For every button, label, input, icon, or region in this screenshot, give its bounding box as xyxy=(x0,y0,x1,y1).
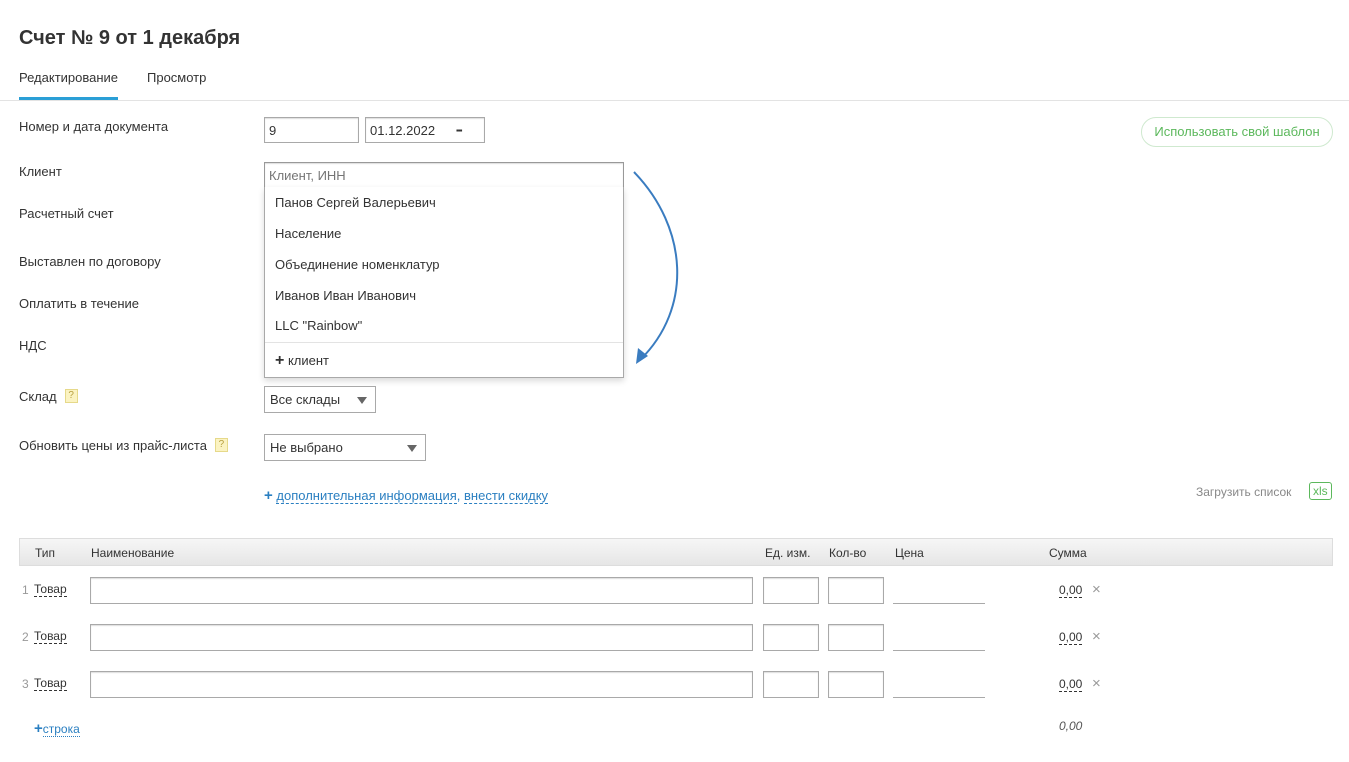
client-label: Клиент xyxy=(19,164,62,179)
page-title: Счет № 9 от 1 декабря xyxy=(19,27,241,49)
tab-edit[interactable]: Редактирование xyxy=(19,70,119,100)
plus-icon: + xyxy=(34,720,43,737)
chevron-down-icon xyxy=(357,397,367,404)
row-number: 2 xyxy=(22,630,29,644)
name-input[interactable] xyxy=(90,671,753,698)
calendar-icon[interactable]: ▪▪▪ xyxy=(456,126,462,135)
row-number: 1 xyxy=(22,583,29,597)
account-label: Расчетный счет xyxy=(19,206,114,221)
prices-label: Обновить цены из прайс-листа? xyxy=(19,438,228,453)
col-unit: Ед. изм. xyxy=(765,546,811,560)
doc-date-input[interactable] xyxy=(365,117,485,143)
price-input[interactable] xyxy=(893,671,985,698)
warehouse-label: Склад? xyxy=(19,389,78,404)
client-option[interactable]: Объединение номенклатур xyxy=(275,257,440,272)
row-type-link[interactable]: Товар xyxy=(34,629,67,644)
delete-row-icon[interactable]: × xyxy=(1092,581,1101,598)
table-row: 2 Товар 0,00 × xyxy=(0,624,1349,651)
delete-row-icon[interactable]: × xyxy=(1092,675,1101,692)
unit-input[interactable] xyxy=(763,671,819,698)
extra-info-link[interactable]: дополнительная информация xyxy=(276,488,457,504)
warehouse-value: Все склады xyxy=(270,392,341,407)
col-sum: Сумма xyxy=(1049,546,1087,560)
price-input[interactable] xyxy=(893,577,985,604)
client-dropdown: Панов Сергей Валерьевич Население Объеди… xyxy=(264,187,624,378)
pay-label: Оплатить в течение xyxy=(19,296,140,311)
add-row-link[interactable]: строка xyxy=(42,722,80,737)
discount-link[interactable]: внести скидку xyxy=(464,488,549,504)
name-input[interactable] xyxy=(90,624,753,651)
qty-input[interactable] xyxy=(828,624,884,651)
client-option[interactable]: LLC "Rainbow" xyxy=(275,318,362,333)
total-sum: 0,00 xyxy=(1059,719,1083,733)
extra-links: + дополнительная информация, внести скид… xyxy=(264,487,549,504)
add-client-label: клиент xyxy=(287,353,330,368)
dropdown-divider xyxy=(265,342,623,343)
help-icon[interactable]: ? xyxy=(64,389,78,403)
doc-number-input[interactable] xyxy=(264,117,359,143)
client-option[interactable]: Иванов Иван Иванович xyxy=(275,288,416,303)
col-qty: Кол-во xyxy=(829,546,867,560)
table-row: 1 Товар 0,00 × xyxy=(0,577,1349,604)
arrow-annotation-icon xyxy=(633,171,679,364)
col-type: Тип xyxy=(35,546,56,560)
client-option[interactable]: Население xyxy=(275,226,341,241)
plus-icon: + xyxy=(275,352,285,369)
client-input[interactable] xyxy=(264,162,624,188)
row-sum[interactable]: 0,00 xyxy=(1059,583,1083,598)
contract-label: Выставлен по договору xyxy=(19,254,161,269)
unit-input[interactable] xyxy=(763,577,819,604)
doc-label: Номер и дата документа xyxy=(19,119,169,134)
row-sum[interactable]: 0,00 xyxy=(1059,630,1083,645)
xls-upload-button[interactable]: xls xyxy=(1309,482,1332,500)
row-type-link[interactable]: Товар xyxy=(34,582,67,597)
client-option[interactable]: Панов Сергей Валерьевич xyxy=(275,195,436,210)
use-template-button[interactable]: Использовать свой шаблон xyxy=(1141,117,1333,147)
add-client-option[interactable]: + клиент xyxy=(275,352,329,370)
table-row: 3 Товар 0,00 × xyxy=(0,671,1349,698)
row-sum[interactable]: 0,00 xyxy=(1059,677,1083,692)
price-input[interactable] xyxy=(893,624,985,651)
help-icon[interactable]: ? xyxy=(214,438,228,452)
comma: , xyxy=(456,488,461,503)
col-price: Цена xyxy=(895,546,924,560)
vat-label: НДС xyxy=(19,338,47,353)
name-input[interactable] xyxy=(90,577,753,604)
qty-input[interactable] xyxy=(828,671,884,698)
delete-row-icon[interactable]: × xyxy=(1092,628,1101,645)
divider xyxy=(0,100,1349,101)
table-header: Тип Наименование Ед. изм. Кол-во Цена Су… xyxy=(19,538,1333,566)
unit-input[interactable] xyxy=(763,624,819,651)
plus-icon: + xyxy=(264,487,273,504)
row-type-link[interactable]: Товар xyxy=(34,676,67,691)
price-list-value: Не выбрано xyxy=(270,440,343,455)
tab-preview[interactable]: Просмотр xyxy=(147,70,206,97)
chevron-down-icon xyxy=(407,445,417,452)
qty-input[interactable] xyxy=(828,577,884,604)
price-list-select[interactable]: Не выбрано xyxy=(264,434,426,461)
col-name: Наименование xyxy=(91,546,175,560)
row-number: 3 xyxy=(22,677,29,691)
upload-list-label: Загрузить список xyxy=(1196,485,1292,499)
add-row-button[interactable]: +строка xyxy=(34,720,80,737)
warehouse-select[interactable]: Все склады xyxy=(264,386,376,413)
